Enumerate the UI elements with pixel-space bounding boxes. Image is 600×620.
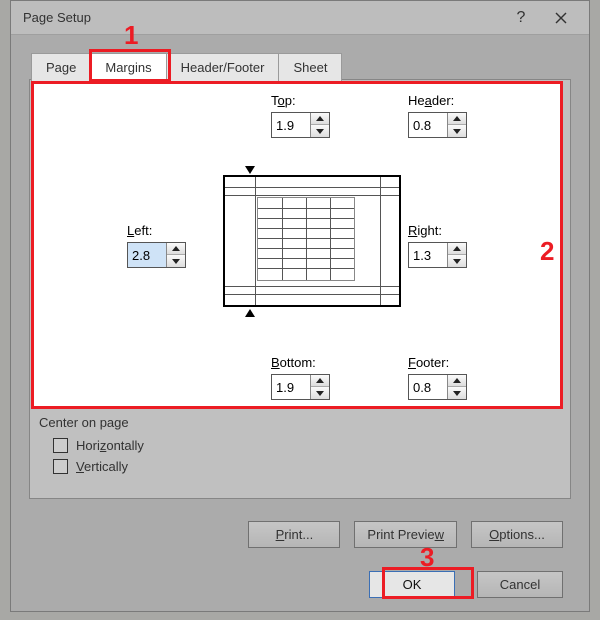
tabstrip: Page Margins Header/Footer Sheet [31,53,341,82]
page-setup-dialog: Page Setup ? Page Margins Header/Footer … [10,0,590,612]
margin-footer-label: Footer: [408,355,449,370]
center-vertically-label: Vertically [76,459,128,474]
spinner-up-icon[interactable] [448,243,466,255]
margin-header-input[interactable] [409,113,447,137]
margin-left-input[interactable] [128,243,166,267]
spinner-down-icon[interactable] [448,255,466,267]
margin-header-label: Header: [408,93,454,108]
annotation-3: 3 [420,542,434,573]
spinner-down-icon[interactable] [448,387,466,399]
spinner-down-icon[interactable] [448,125,466,137]
margin-right-spinner[interactable] [408,242,467,268]
annotation-1: 1 [124,20,138,51]
margins-panel: Top: Header: [33,83,563,409]
margin-left-spinner[interactable] [127,242,186,268]
margin-top-spinner[interactable] [271,112,330,138]
spinner-down-icon[interactable] [311,125,329,137]
dialog-buttons: OK Cancel [369,571,563,598]
dialog-title: Page Setup [23,10,501,25]
spinner-up-icon[interactable] [311,375,329,387]
spinner-down-icon[interactable] [311,387,329,399]
help-button[interactable]: ? [501,4,541,32]
margin-footer-input[interactable] [409,375,447,399]
marker-bottom-icon [245,309,255,317]
margin-bottom-input[interactable] [272,375,310,399]
spinner-up-icon[interactable] [448,113,466,125]
margin-footer-spinner[interactable] [408,374,467,400]
margin-right-input[interactable] [409,243,447,267]
center-vertically-checkbox[interactable] [53,459,68,474]
margin-top-label: Top: [271,93,296,108]
close-icon [555,12,567,24]
tab-header-footer[interactable]: Header/Footer [166,53,280,82]
margin-top-input[interactable] [272,113,310,137]
center-horizontally-label: Horizontally [76,438,144,453]
spinner-up-icon[interactable] [167,243,185,255]
margin-right-label: Right: [408,223,442,238]
options-button[interactable]: Options... [471,521,563,548]
page-preview [223,175,401,307]
margin-header-spinner[interactable] [408,112,467,138]
tab-page[interactable]: Page [31,53,91,82]
print-preview-button[interactable]: Print Preview [354,521,457,548]
annotation-2: 2 [540,236,554,267]
print-button[interactable]: Print... [248,521,340,548]
center-on-page: Center on page Horizontally Vertically [39,415,144,480]
center-horizontally-checkbox[interactable] [53,438,68,453]
margin-bottom-label: Bottom: [271,355,316,370]
center-on-page-title: Center on page [39,415,144,430]
margin-bottom-spinner[interactable] [271,374,330,400]
titlebar: Page Setup ? [11,1,589,35]
spinner-down-icon[interactable] [167,255,185,267]
action-buttons: Print... Print Preview Options... [248,521,563,548]
spinner-up-icon[interactable] [311,113,329,125]
marker-top-icon [245,166,255,174]
help-icon: ? [517,9,526,27]
spinner-up-icon[interactable] [448,375,466,387]
close-button[interactable] [541,4,581,32]
tab-margins[interactable]: Margins [90,53,166,82]
cancel-button[interactable]: Cancel [477,571,563,598]
margin-left-label: Left: [127,223,152,238]
ok-button[interactable]: OK [369,571,455,598]
tab-sheet[interactable]: Sheet [278,53,342,82]
